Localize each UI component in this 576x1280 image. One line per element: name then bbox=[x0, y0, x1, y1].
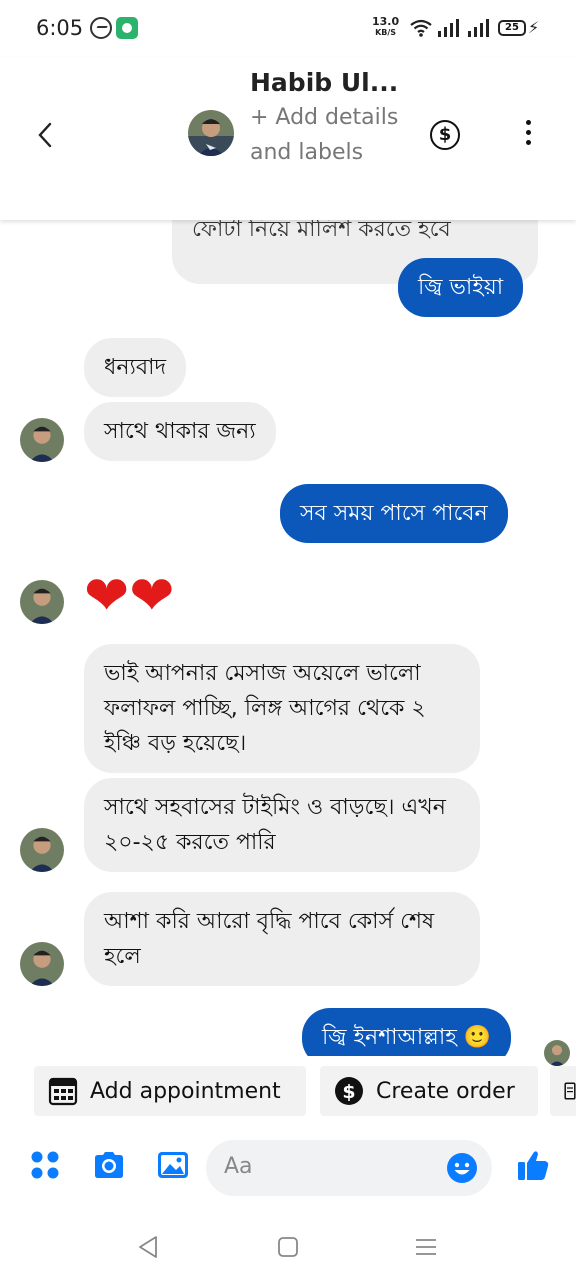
message-input[interactable]: Aa bbox=[206, 1140, 492, 1196]
chat-header: Habib Ul... + Add details and labels $ bbox=[0, 58, 576, 220]
add-appointment-label: Add appointment bbox=[90, 1078, 281, 1104]
messenger-notification-icon bbox=[90, 17, 112, 39]
contact-avatar[interactable] bbox=[188, 110, 234, 156]
camera-icon[interactable] bbox=[92, 1148, 126, 1182]
more-options-button[interactable] bbox=[518, 120, 538, 150]
add-details-link[interactable]: + Add details and labels bbox=[250, 100, 400, 170]
nav-home-icon[interactable] bbox=[275, 1234, 301, 1260]
back-button[interactable] bbox=[30, 118, 64, 152]
message-incoming[interactable]: ভাই আপনার মেসাজ অয়েলে ভালো ফলাফল পাচ্ছি… bbox=[84, 644, 480, 773]
network-speed: 13.0 KB/S bbox=[372, 16, 399, 38]
message-incoming[interactable]: সাথে সহবাসের টাইমিং ও বাড়ছে। এখন ২০-২৫ … bbox=[84, 778, 480, 872]
whatsapp-notification-icon bbox=[116, 17, 138, 39]
message-incoming[interactable]: ধন্যবাদ bbox=[84, 338, 187, 397]
nav-recents-icon[interactable] bbox=[413, 1234, 439, 1260]
create-order-button[interactable]: $ Create order bbox=[320, 1066, 538, 1116]
message-list[interactable]: ফোটা নিয়ে মালিশ করতে হবে জ্বি ভাইয়া ধন… bbox=[0, 220, 576, 1056]
system-navigation-bar bbox=[0, 1212, 576, 1280]
signal-icon bbox=[438, 19, 459, 37]
message-incoming[interactable]: আশা করি আরো বৃদ্ধি পাবে কোর্স শেষ হলে bbox=[84, 892, 480, 986]
gallery-icon[interactable] bbox=[156, 1148, 190, 1182]
calendar-icon bbox=[48, 1077, 78, 1106]
status-bar: 6:05 13.0 KB/S 25 ⚡ bbox=[0, 0, 576, 58]
payment-button[interactable]: $ bbox=[430, 120, 460, 150]
message-input-placeholder: Aa bbox=[224, 1154, 253, 1179]
create-order-label: Create order bbox=[376, 1078, 515, 1104]
message-outgoing[interactable]: সব সময় পাসে পাবেন bbox=[280, 484, 508, 543]
message-composer: Aa bbox=[0, 1130, 576, 1206]
sender-avatar[interactable] bbox=[20, 828, 64, 872]
document-icon bbox=[564, 1082, 576, 1100]
heart-reaction-message[interactable]: ❤❤ bbox=[84, 566, 175, 626]
sender-avatar[interactable] bbox=[20, 942, 64, 986]
sender-avatar[interactable] bbox=[20, 418, 64, 462]
charging-icon: ⚡ bbox=[528, 18, 540, 37]
quick-actions-bar: Add appointment $ Create order bbox=[0, 1062, 576, 1120]
network-speed-value: 13.0 bbox=[372, 15, 400, 28]
more-actions-chip[interactable] bbox=[550, 1066, 576, 1116]
emoji-icon[interactable] bbox=[446, 1152, 478, 1184]
battery-icon: 25 bbox=[498, 20, 526, 36]
wifi-icon bbox=[410, 19, 432, 37]
add-appointment-button[interactable]: Add appointment bbox=[34, 1066, 306, 1116]
battery-level: 25 bbox=[505, 22, 519, 33]
contact-name[interactable]: Habib Ul... bbox=[250, 68, 398, 97]
message-outgoing[interactable]: জ্বি ইনশাআল্লাহ 🙂 bbox=[302, 1008, 512, 1056]
message-outgoing[interactable]: জ্বি ভাইয়া bbox=[398, 258, 524, 317]
status-time: 6:05 bbox=[36, 16, 84, 40]
svg-text:$: $ bbox=[342, 1081, 355, 1103]
like-thumb-icon[interactable] bbox=[516, 1148, 550, 1182]
nav-back-icon[interactable] bbox=[136, 1234, 162, 1260]
signal-icon bbox=[468, 19, 489, 37]
message-incoming[interactable]: সাথে থাকার জন্য bbox=[84, 402, 276, 461]
sender-avatar[interactable] bbox=[20, 580, 64, 624]
dollar-icon: $ bbox=[335, 1077, 363, 1105]
menu-grid-icon[interactable] bbox=[28, 1148, 62, 1182]
network-speed-unit: KB/S bbox=[375, 28, 397, 37]
